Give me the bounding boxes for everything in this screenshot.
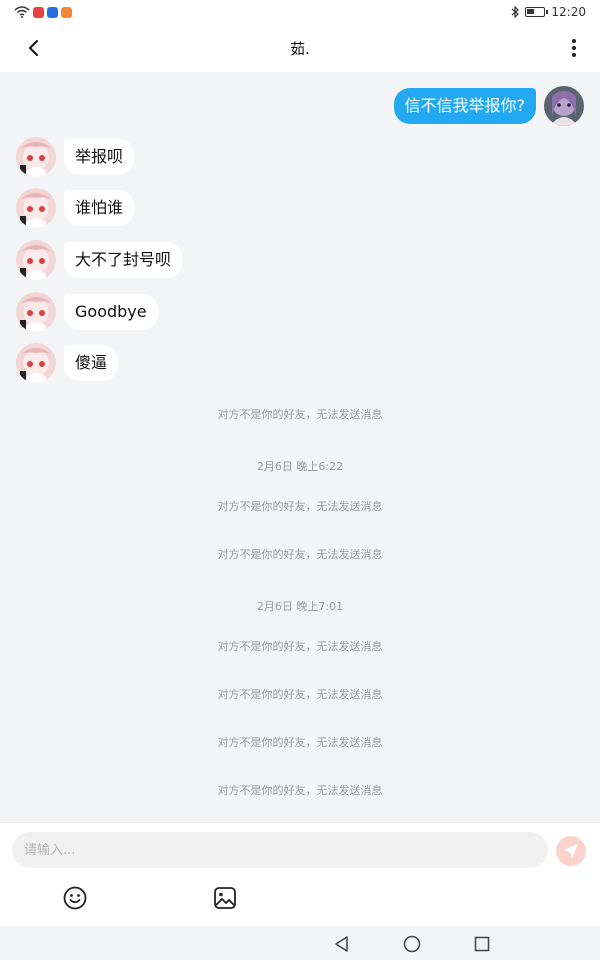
send-button[interactable] xyxy=(556,836,586,866)
status-time: 12:20 xyxy=(551,5,586,19)
back-button[interactable] xyxy=(20,34,48,62)
contact-avatar[interactable] xyxy=(16,343,56,383)
contact-avatar[interactable] xyxy=(16,188,56,228)
nav-back-icon xyxy=(335,936,348,952)
message-input[interactable] xyxy=(12,832,548,868)
system-nav-bar xyxy=(0,926,600,960)
app-notification-red-icon xyxy=(33,6,44,18)
nav-back-button[interactable] xyxy=(333,935,351,953)
emoji-icon xyxy=(63,886,87,910)
system-notice: 对方不是你的好友，无法发送消息 xyxy=(217,784,383,797)
nav-home-icon xyxy=(403,935,421,953)
chat-title: 茹. xyxy=(290,39,310,58)
nav-home-button[interactable] xyxy=(403,935,421,953)
bluetooth-icon xyxy=(512,6,520,18)
message-incoming: 谁怕谁 xyxy=(16,188,135,228)
status-bar: 12:20 xyxy=(0,0,600,24)
nav-recents-icon xyxy=(474,936,490,952)
chat-messages: 信不信我举报你? 举报呗 谁怕谁 大不了封号呗 Goodbye 傻逼 对方不是你… xyxy=(0,72,600,822)
message-bubble-incoming[interactable]: 谁怕谁 xyxy=(64,190,135,226)
wifi-icon xyxy=(14,6,30,18)
nav-recents-button[interactable] xyxy=(473,935,491,953)
system-notice: 对方不是你的好友，无法发送消息 xyxy=(217,548,383,561)
message-bubble-incoming[interactable]: 大不了封号呗 xyxy=(64,242,183,278)
contact-avatar[interactable] xyxy=(16,137,56,177)
message-bubble-outgoing[interactable]: 信不信我举报你? xyxy=(393,88,536,124)
system-notice: 对方不是你的好友，无法发送消息 xyxy=(217,736,383,749)
my-avatar[interactable] xyxy=(544,86,584,126)
timestamp: 2月6日 晚上7:01 xyxy=(256,600,344,613)
message-bubble-incoming[interactable]: 举报呗 xyxy=(64,139,135,175)
contact-avatar[interactable] xyxy=(16,292,56,332)
system-notice: 对方不是你的好友，无法发送消息 xyxy=(217,688,383,701)
contact-avatar[interactable] xyxy=(16,240,56,280)
message-bubble-incoming[interactable]: 傻逼 xyxy=(64,345,119,381)
back-arrow-icon xyxy=(29,40,38,56)
message-incoming: Goodbye xyxy=(16,292,158,332)
image-button[interactable] xyxy=(212,885,238,911)
status-right-icons: 12:20 xyxy=(511,5,586,19)
message-incoming: 举报呗 xyxy=(16,137,135,177)
message-incoming: 傻逼 xyxy=(16,343,119,383)
system-notice: 对方不是你的好友，无法发送消息 xyxy=(217,408,383,421)
app-notification-blue-icon xyxy=(47,6,58,18)
more-options-button[interactable] xyxy=(560,34,588,62)
more-vertical-icon xyxy=(572,39,576,43)
message-outgoing: 信不信我举报你? xyxy=(393,86,584,126)
message-incoming: 大不了封号呗 xyxy=(16,240,183,280)
system-notice: 对方不是你的好友，无法发送消息 xyxy=(217,640,383,653)
emoji-button[interactable] xyxy=(62,885,88,911)
image-icon xyxy=(214,887,236,909)
timestamp: 2月6日 晚上6:22 xyxy=(256,460,344,473)
send-icon xyxy=(564,844,578,858)
compose-area xyxy=(0,822,600,926)
system-notice: 对方不是你的好友，无法发送消息 xyxy=(217,500,383,513)
message-bubble-incoming[interactable]: Goodbye xyxy=(64,294,158,330)
chat-header: 茹. xyxy=(0,24,600,72)
battery-icon xyxy=(525,7,549,17)
status-left-icons xyxy=(14,6,72,18)
app-notification-orange-icon xyxy=(61,6,72,18)
